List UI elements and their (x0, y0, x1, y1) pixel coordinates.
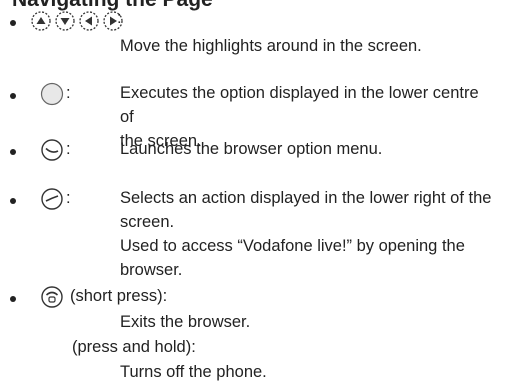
down-key-icon (55, 11, 75, 31)
item-description: Launches the browser option menu. (120, 140, 383, 158)
bullet (10, 93, 16, 99)
end-key-icon (40, 285, 64, 309)
description-line: Executes the option displayed in the low… (120, 84, 479, 126)
item-suffix: : (66, 189, 71, 207)
item-description: Selects an action displayed in the lower… (120, 186, 492, 282)
key-icons-row (30, 9, 160, 35)
hold-label: (press and hold): (72, 338, 196, 356)
left-soft-key-icon (40, 138, 64, 162)
bullet (10, 198, 16, 204)
hold-description: Turns off the phone. (120, 363, 267, 381)
item-description: Move the highlights around in the screen… (120, 37, 422, 55)
navigation-keys-icon (31, 11, 123, 31)
up-key-icon (31, 11, 51, 31)
item-suffix: : (117, 9, 122, 27)
description-line: browser. (120, 261, 183, 279)
description-line: Used to access “Vodafone live!” by openi… (120, 237, 465, 255)
left-key-icon (79, 11, 99, 31)
short-press-description: Exits the browser. (120, 313, 251, 331)
centre-key-icon (40, 82, 64, 106)
short-press-label: (short press): (70, 287, 168, 305)
bullet (10, 296, 16, 302)
description-line: Selects an action displayed in the lower… (120, 189, 492, 207)
item-suffix: : (66, 140, 71, 158)
bullet (10, 20, 16, 26)
description-line: screen. (120, 213, 175, 231)
item-suffix: : (66, 84, 71, 102)
bullet (10, 149, 16, 155)
right-soft-key-icon (40, 187, 64, 211)
